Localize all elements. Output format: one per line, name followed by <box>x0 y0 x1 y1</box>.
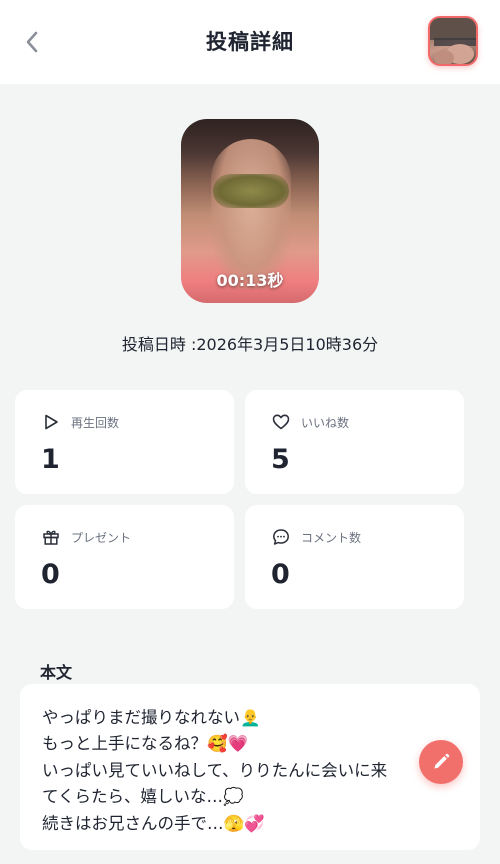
body-line: いっぱい見ていいねして、りりたんに会いに来 <box>42 761 388 780</box>
posted-datetime: 投稿日時 :2026年3月5日10時36分 <box>121 335 379 354</box>
stat-card-comments: コメント数 0 <box>245 505 464 609</box>
stat-value: 0 <box>271 559 290 590</box>
stat-value: 1 <box>41 444 60 475</box>
body-line: てくらたら、嬉しいな…💭 <box>42 787 244 806</box>
play-icon <box>45 414 58 430</box>
body-section-label: 本文 <box>40 663 73 682</box>
body-card: やっぱりまだ撮りなれない👨‍🦲 もっと上手になるね？🥰💗 いっぱい見ていいねして… <box>20 684 480 850</box>
body-line: やっぱりまだ撮りなれない👨‍🦲 <box>42 708 261 727</box>
stat-card-plays: 再生回数 1 <box>15 390 234 494</box>
stat-label: いいね数 <box>301 415 350 430</box>
gift-icon <box>43 530 59 545</box>
comment-icon <box>273 529 289 545</box>
header-bar: 投稿詳細 <box>0 0 500 84</box>
stat-card-likes: いいね数 5 <box>245 390 464 494</box>
pencil-icon <box>434 753 450 769</box>
stat-label: プレゼント <box>71 530 132 545</box>
thumbnail-detail <box>213 174 289 208</box>
stat-label: コメント数 <box>301 530 362 545</box>
page-title: 投稿詳細 <box>206 30 294 54</box>
avatar[interactable] <box>428 16 478 66</box>
stat-card-gifts: プレゼント 0 <box>15 505 234 609</box>
stat-value: 5 <box>271 444 290 475</box>
body-line: 続きはお兄さんの手で…🫣💞 <box>42 814 265 833</box>
heart-icon <box>272 414 290 430</box>
body-line: もっと上手になるね？🥰💗 <box>42 734 249 753</box>
stat-value: 0 <box>41 559 60 590</box>
avatar-image <box>430 18 476 64</box>
video-duration: 00:13秒 <box>216 271 284 290</box>
video-thumbnail[interactable]: 00:13秒 <box>181 119 319 303</box>
stat-label: 再生回数 <box>71 415 120 430</box>
edit-button[interactable] <box>419 740 463 784</box>
